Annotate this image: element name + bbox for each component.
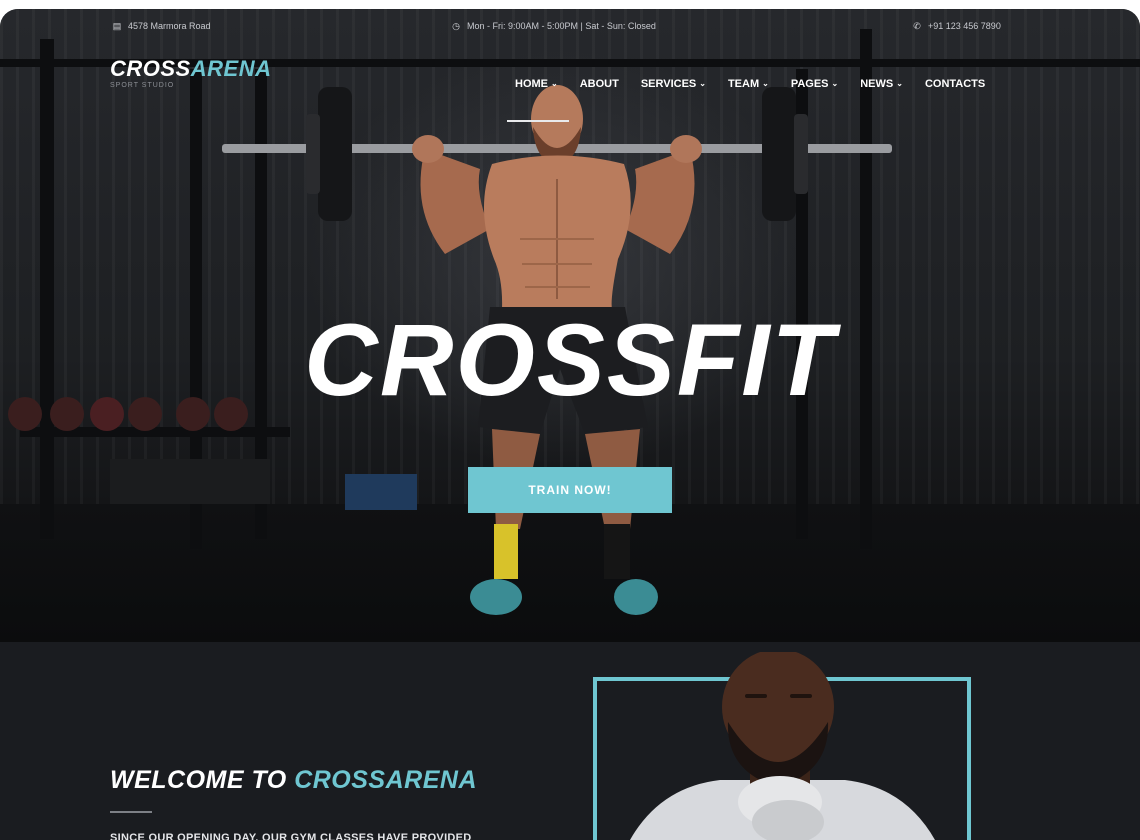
nav-item-pages[interactable]: PAGES ⌄ [791,78,838,90]
logo-part-arena: ARENA [190,56,272,81]
logo-wordmark: CROSSARENA [110,57,271,81]
nav-item-team[interactable]: TEAM ⌄ [728,78,769,90]
nav-label: NEWS [860,78,894,90]
welcome-heading: WELCOME TO CROSSARENA [110,766,477,795]
about-section: WELCOME TO CROSSARENA SINCE OUR OPENING … [0,642,1140,840]
nav-item-contacts[interactable]: CONTACTS [925,78,985,90]
nav-label: PAGES [790,78,829,90]
welcome-brand: CROSSARENA [294,766,477,794]
nav-label: SERVICES [640,78,697,90]
phone-info[interactable]: ✆ +91 123 456 7890 [912,21,1001,31]
plyo-box [345,474,417,510]
hours-info: ◷ Mon - Fri: 9:00AM - 5:00PM | Sat - Sun… [451,21,656,31]
nav-label: CONTACTS [924,78,986,90]
nav-item-news[interactable]: NEWS ⌄ [860,78,903,90]
page-frame: ▤ 4578 Marmora Road ◷ Mon - Fri: 9:00AM … [0,9,1140,840]
nav-label: HOME [515,78,548,90]
bench [110,459,270,504]
hero-floor [0,504,1140,642]
nav-label: ABOUT [579,78,619,90]
welcome-text: WELCOME TO [110,766,295,794]
address-text: 4578 Marmora Road [128,21,211,31]
address-info: ▤ 4578 Marmora Road [112,21,211,31]
nav-item-about[interactable]: ABOUT [580,78,619,90]
phone-text: +91 123 456 7890 [928,21,1001,31]
site-logo[interactable]: CROSSARENA SPORT STUDIO [110,57,271,90]
clock-icon: ◷ [452,21,460,31]
nav-item-home[interactable]: HOME ⌄ [515,78,558,90]
chevron-down-icon: ⌄ [762,78,769,88]
hero-section: ▤ 4578 Marmora Road ◷ Mon - Fri: 9:00AM … [0,9,1140,642]
nav-active-indicator [507,120,569,122]
chevron-down-icon: ⌄ [831,78,839,88]
logo-subtitle: SPORT STUDIO [110,82,175,89]
train-now-button[interactable]: TRAIN NOW! [468,467,672,513]
nav-item-services[interactable]: SERVICES ⌄ [641,78,706,90]
calendar-icon: ▤ [112,21,122,31]
phone-icon: ✆ [913,21,921,31]
about-text: SINCE OUR OPENING DAY, OUR GYM CLASSES H… [110,832,472,840]
main-nav: HOME ⌄ ABOUT SERVICES ⌄ TEAM ⌄ PAGES ⌄ NEWS ⌄… [515,78,1007,90]
gym-rig [860,29,872,549]
heading-divider [110,811,152,813]
chevron-down-icon: ⌄ [551,78,558,88]
top-info-bar: ▤ 4578 Marmora Road ◷ Mon - Fri: 9:00AM … [0,9,1140,43]
nav-label: TEAM [727,78,760,90]
chevron-down-icon: ⌄ [699,78,706,88]
logo-part-cross: CROSS [110,56,191,81]
trainer-portrait [630,652,935,840]
hero-title: CROSSFIT [304,303,836,417]
hours-text: Mon - Fri: 9:00AM - 5:00PM | Sat - Sun: … [467,21,656,31]
chevron-down-icon: ⌄ [896,78,903,88]
gym-rig [40,39,54,539]
